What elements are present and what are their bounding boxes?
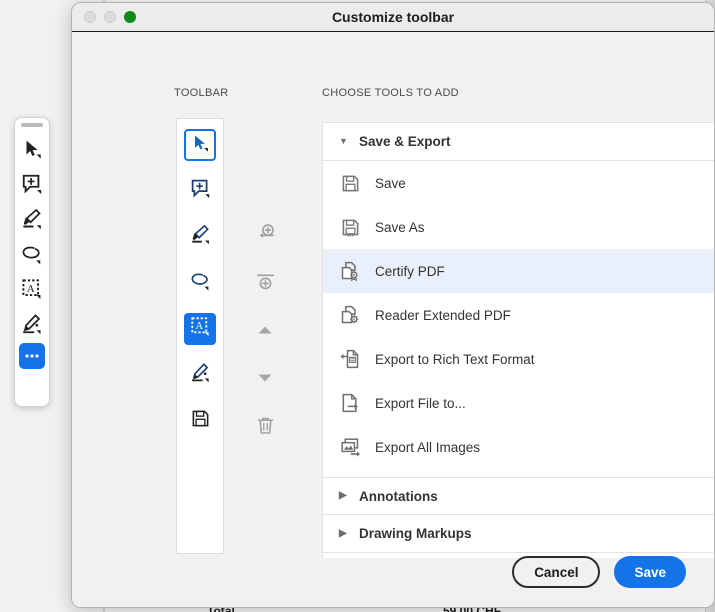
maximize-button[interactable]	[124, 11, 136, 23]
choose-tools-column-label: CHOOSE TOOLS TO ADD	[322, 87, 459, 99]
add-to-toolbar-button[interactable]	[244, 212, 286, 260]
tool-label: Save	[375, 175, 406, 191]
tool-row-save-as[interactable]: Save As	[323, 205, 714, 249]
tool-label: Export All Images	[375, 439, 481, 455]
trash-icon	[255, 415, 276, 441]
lasso-circle-icon	[21, 243, 43, 265]
highlighter-icon	[190, 224, 211, 250]
move-up-icon	[256, 323, 274, 341]
float-tool-add-comment[interactable]	[18, 168, 46, 200]
svg-text:A: A	[195, 321, 203, 332]
lasso-circle-icon	[190, 270, 211, 296]
move-down-icon	[256, 371, 274, 389]
screen-root: Total 59.00 CHF A Customize toolbar TOOL…	[0, 0, 715, 612]
group-title: Save & Export	[359, 134, 451, 149]
toolbar-item-draw-oval[interactable]	[184, 267, 216, 299]
add-comment-icon	[190, 178, 211, 204]
float-tool-stamp[interactable]	[18, 308, 46, 340]
remove-tool-button[interactable]	[244, 404, 286, 452]
reader-extended-pdf-icon	[337, 305, 363, 325]
move-down-button[interactable]	[244, 356, 286, 404]
save-floppy-icon	[191, 409, 210, 433]
add-separator-icon	[254, 270, 277, 298]
float-tool-text-box[interactable]: A	[18, 273, 46, 305]
float-tool-highlight[interactable]	[18, 203, 46, 235]
stamp-icon	[190, 362, 211, 388]
tool-label: Certify PDF	[375, 263, 445, 279]
toolbar-item-highlight[interactable]	[184, 221, 216, 253]
add-to-toolbar-icon	[254, 222, 277, 250]
tool-row-reader-extended-pdf[interactable]: Reader Extended PDF ▼	[323, 293, 714, 337]
save-floppy-icon	[337, 174, 363, 193]
toolbar-column-label: TOOLBAR	[174, 87, 229, 99]
text-box-icon: A	[21, 278, 43, 300]
toolbar-item-add-comment[interactable]	[184, 175, 216, 207]
dialog-footer: Cancel Save	[72, 534, 714, 607]
dialog-title: Customize toolbar	[331, 9, 455, 25]
tool-label: Export File to...	[375, 395, 466, 411]
text-box-icon: A	[190, 316, 211, 342]
window-controls	[84, 11, 136, 23]
select-cursor-icon	[190, 133, 210, 158]
more-options-icon	[22, 346, 42, 366]
move-up-button[interactable]	[244, 308, 286, 356]
chevron-right-icon: ▶	[339, 490, 347, 501]
tool-label: Save As	[375, 219, 425, 235]
cancel-button[interactable]: Cancel	[512, 556, 601, 588]
dialog-titlebar[interactable]: Customize toolbar	[72, 3, 714, 32]
tool-row-export-to-rich-text-format[interactable]: Export to Rich Text Format	[323, 337, 714, 381]
close-button[interactable]	[84, 11, 96, 23]
add-separator-button[interactable]	[244, 260, 286, 308]
tool-row-certify-pdf[interactable]: Certify PDF	[323, 249, 714, 293]
save-as-floppy-icon	[337, 218, 363, 237]
add-comment-icon	[21, 173, 43, 195]
customize-toolbar-dialog: Customize toolbar TOOLBAR CHOOSE TOOLS T…	[71, 2, 715, 608]
save-button[interactable]: Save	[614, 556, 686, 588]
toolbar-drag-handle[interactable]	[21, 123, 43, 127]
current-toolbar-list[interactable]: A	[176, 118, 224, 554]
toolbar-item-stamp[interactable]	[184, 359, 216, 391]
tool-label: Reader Extended PDF	[375, 307, 511, 323]
highlighter-icon	[21, 208, 43, 230]
certify-pdf-icon	[337, 261, 363, 281]
group-header-save-and-export[interactable]: ▼ Save & Export	[323, 123, 714, 161]
toolbar-item-text-box[interactable]: A	[184, 313, 216, 345]
export-rtf-icon	[337, 349, 363, 369]
toolbar-item-save[interactable]	[184, 405, 216, 437]
tool-label: Export to Rich Text Format	[375, 351, 535, 367]
toolbar-item-select[interactable]	[184, 129, 216, 161]
tool-row-export-all-images[interactable]: Export All Images	[323, 425, 714, 469]
stamp-icon	[21, 313, 43, 335]
chevron-down-icon: ▼	[339, 136, 348, 146]
available-tools-list[interactable]: ▼ Save & Export Save Save As Certify PDF…	[322, 122, 714, 558]
svg-text:A: A	[27, 283, 35, 295]
minimize-button[interactable]	[104, 11, 116, 23]
tool-row-export-file-to[interactable]: Export File to... ▼	[323, 381, 714, 425]
dialog-body: TOOLBAR CHOOSE TOOLS TO ADD A ▼ Save & E…	[72, 32, 714, 607]
float-tool-draw-oval[interactable]	[18, 238, 46, 270]
group-header-annotations[interactable]: ▶ Annotations	[323, 477, 714, 515]
document-tools-floating-toolbar[interactable]: A	[14, 117, 50, 407]
group-title: Annotations	[359, 488, 438, 504]
tool-row-save[interactable]: Save	[323, 161, 714, 205]
select-cursor-icon	[21, 138, 43, 160]
float-tool-select[interactable]	[18, 133, 46, 165]
export-file-icon	[337, 393, 363, 413]
float-tool-more-options[interactable]	[19, 343, 45, 369]
toolbar-edit-actions	[244, 212, 286, 452]
export-images-icon	[337, 437, 363, 458]
